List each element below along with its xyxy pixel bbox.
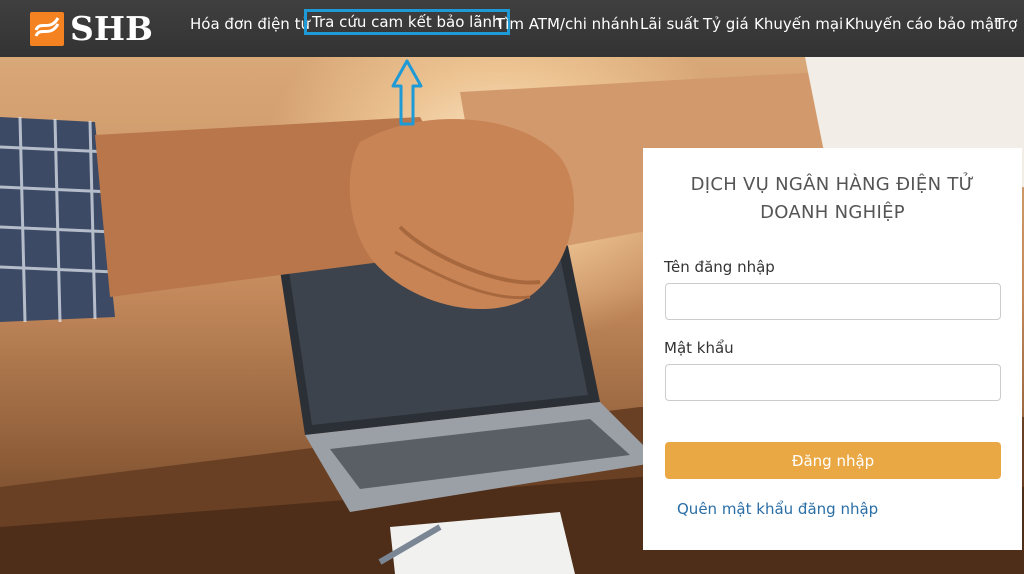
forgot-password-link[interactable]: Quên mật khẩu đăng nhập: [677, 500, 878, 518]
password-input[interactable]: [665, 364, 1001, 401]
nav-item-interest-rates[interactable]: Lãi suất: [640, 14, 699, 34]
nav-item-exchange-rates[interactable]: Tỷ giá: [703, 14, 749, 34]
nav-item-guarantee-lookup[interactable]: Tra cứu cam kết bảo lãnh: [304, 9, 510, 35]
nav-item-security-advice[interactable]: Khuyến cáo bảo mật: [845, 14, 1000, 34]
top-navigation-bar: SHB Hóa đơn điện tử Tra cứu cam kết bảo …: [0, 0, 1024, 57]
brand-name: SHB: [70, 9, 153, 48]
nav-item-e-invoice[interactable]: Hóa đơn điện tử: [190, 14, 310, 34]
login-title: DỊCH VỤ NGÂN HÀNG ĐIỆN TỬ DOANH NGHIỆP: [643, 171, 1022, 227]
nav-item-promotions[interactable]: Khuyến mại: [754, 14, 843, 34]
login-button[interactable]: Đăng nhập: [665, 442, 1001, 479]
password-label: Mật khẩu: [664, 339, 734, 357]
login-card: DỊCH VỤ NGÂN HÀNG ĐIỆN TỬ DOANH NGHIỆP T…: [643, 148, 1022, 550]
shb-logo[interactable]: SHB: [30, 11, 153, 47]
login-title-line-1: DỊCH VỤ NGÂN HÀNG ĐIỆN TỬ: [690, 174, 975, 195]
nav-item-atm-finder[interactable]: Tìm ATM/chi nhánh: [496, 14, 639, 34]
up-arrow-icon: [391, 59, 423, 126]
nav-item-help[interactable]: Trợ: [995, 14, 1017, 34]
username-input[interactable]: [665, 283, 1001, 320]
shb-logo-icon: [30, 12, 64, 46]
username-label: Tên đăng nhập: [664, 258, 775, 276]
login-title-line-2: DOANH NGHIỆP: [760, 202, 905, 223]
